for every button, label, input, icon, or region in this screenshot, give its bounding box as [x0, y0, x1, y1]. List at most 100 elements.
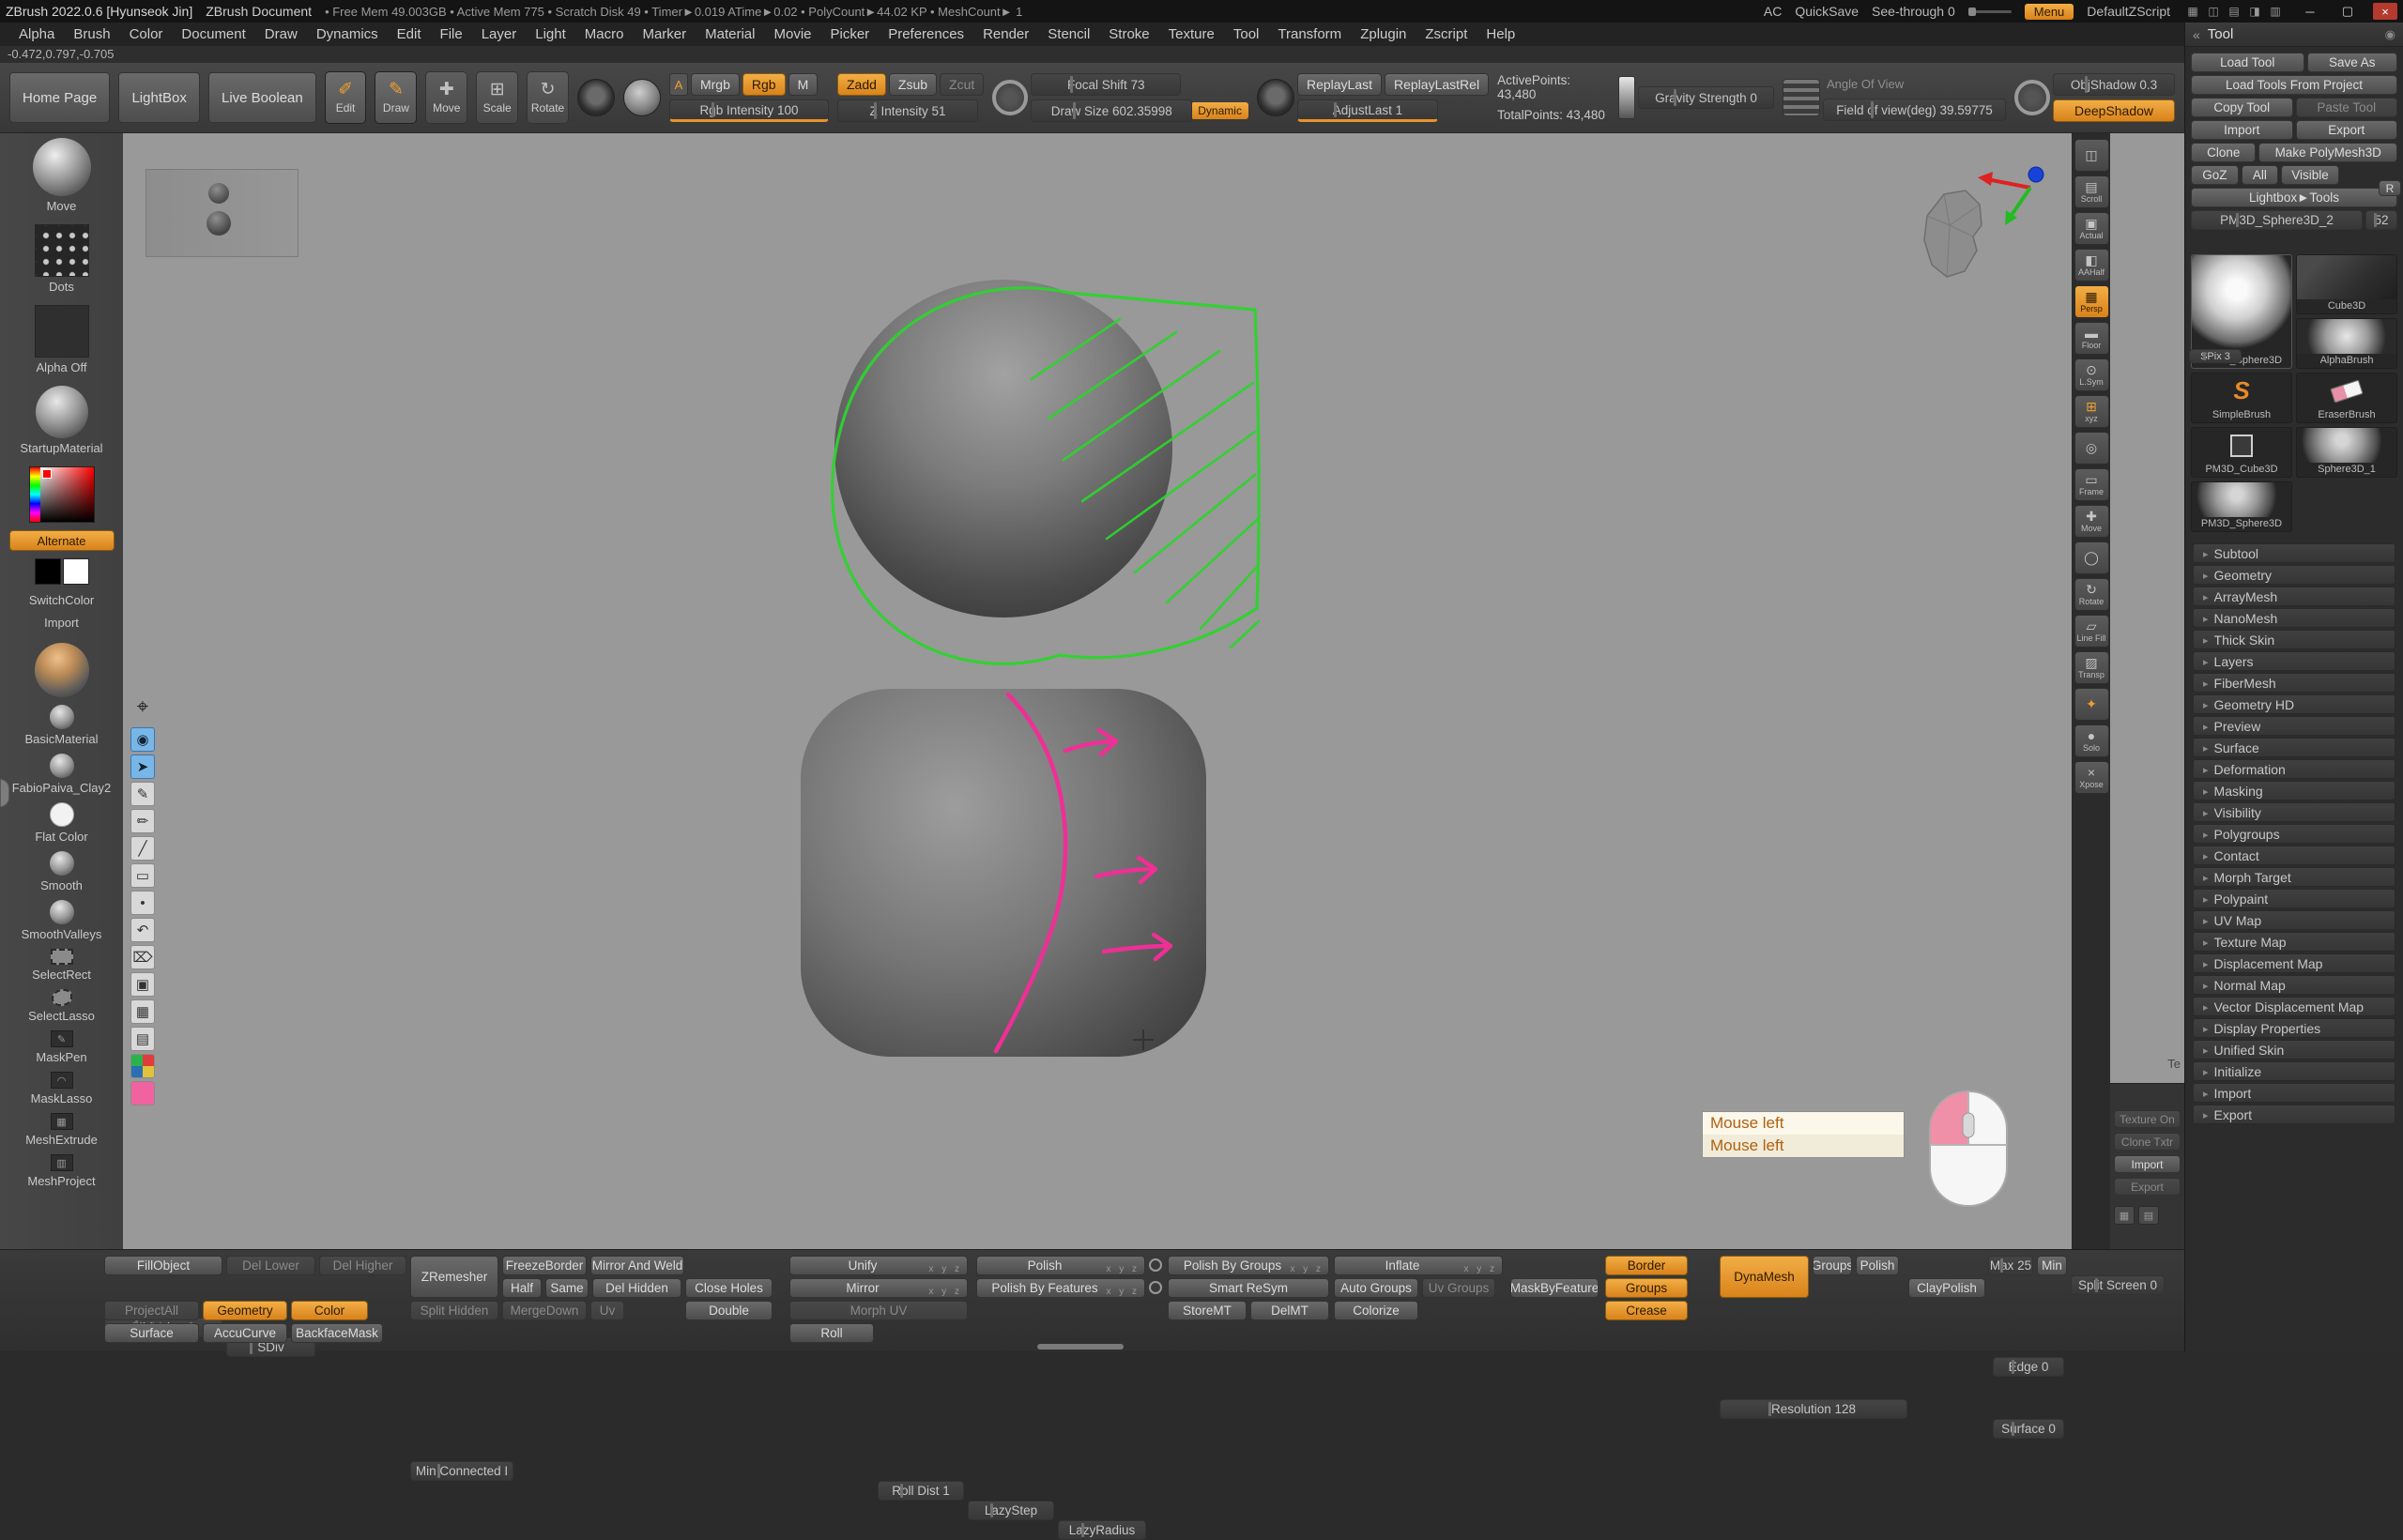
active-tool-value[interactable]: 52 — [2365, 210, 2397, 230]
tool-section-button[interactable]: Subtool — [2193, 543, 2395, 563]
alpha-preview-icon[interactable] — [623, 79, 661, 116]
mask-by-feature-button[interactable]: MaskByFeature — [1510, 1278, 1599, 1298]
dynamic-persp-icon[interactable]: ✦ — [2074, 688, 2109, 721]
geometry-toggle-button[interactable]: Geometry — [203, 1301, 287, 1320]
m-button[interactable]: M — [788, 73, 819, 96]
startup-material-thumbnail[interactable] — [36, 386, 88, 438]
transp-icon[interactable]: ▨ Transp — [2074, 651, 2109, 684]
morph-uv-button[interactable]: Morph UV — [789, 1301, 968, 1320]
save-as-button[interactable]: Save As — [2307, 53, 2397, 72]
actual-icon[interactable]: ▣ Actual — [2074, 212, 2109, 245]
surface-button[interactable]: Surface — [104, 1323, 199, 1343]
polish-by-features-button[interactable]: Polish By Featuresx y z — [976, 1278, 1145, 1298]
tool-section-button[interactable]: Visibility — [2193, 802, 2395, 822]
obj-shadow-icon[interactable] — [2014, 80, 2050, 115]
scale-icon[interactable]: ◯ — [2074, 541, 2109, 574]
dynamic-badge[interactable]: Dynamic — [1191, 102, 1248, 119]
persp-icon[interactable]: ▦ Persp — [2074, 285, 2109, 318]
lightbox-button[interactable]: LightBox — [118, 72, 200, 123]
menu-item[interactable]: Macro — [575, 23, 634, 46]
tool-section-button[interactable]: Geometry — [2193, 565, 2395, 585]
ui-columns-icon[interactable]: ◫ — [2204, 4, 2223, 19]
default-zscript-button[interactable]: DefaultZScript — [2087, 4, 2170, 19]
replay-stroke-icon[interactable] — [1257, 79, 1294, 116]
uv-groups-button[interactable]: Uv Groups — [1422, 1278, 1495, 1298]
tool-section-button[interactable]: Export — [2193, 1105, 2395, 1124]
menu-item[interactable]: Zscript — [1416, 23, 1477, 46]
menu-item[interactable]: Alpha — [9, 23, 64, 46]
adjust-last-slider[interactable]: AdjustLast 1 — [1297, 99, 1438, 122]
backface-mask-button[interactable]: BackfaceMask — [291, 1323, 383, 1343]
dynamesh-groups-button[interactable]: Groups — [1813, 1256, 1852, 1275]
axis-toggles[interactable]: x y z — [1290, 1260, 1324, 1275]
image-icon[interactable]: ▦ — [130, 999, 155, 1024]
import-texture-button[interactable]: Import — [2114, 1155, 2181, 1173]
menu-item[interactable]: Help — [1477, 23, 1524, 46]
live-boolean-button[interactable]: Live Boolean — [208, 72, 316, 123]
load-tools-from-project-button[interactable]: Load Tools From Project — [2191, 75, 2397, 95]
clone-button[interactable]: Clone — [2191, 143, 2256, 162]
tool-section-button[interactable]: Unified Skin — [2193, 1040, 2395, 1060]
focal-shift-slider[interactable]: Focal Shift 73 — [1031, 73, 1181, 96]
tool-section-button[interactable]: ArrayMesh — [2193, 587, 2395, 606]
tool-section-button[interactable]: Morph Target — [2193, 867, 2395, 887]
undo-icon[interactable]: ↶ — [130, 918, 155, 942]
aahalf-icon[interactable]: ◧ AAHalf — [2074, 249, 2109, 282]
dots-stroke-thumbnail[interactable] — [35, 224, 89, 277]
polish-button[interactable]: Polishx y z — [976, 1256, 1145, 1275]
mrgb-a-badge[interactable]: A — [669, 73, 688, 96]
gravity-strength-slider[interactable]: Gravity Strength 0 — [1638, 86, 1774, 109]
menu-item[interactable]: Color — [120, 23, 173, 46]
dot-tool-icon[interactable]: • — [130, 891, 155, 915]
texture-on-button[interactable]: Texture On — [2114, 1110, 2181, 1128]
alpha-off-thumbnail[interactable] — [35, 305, 89, 358]
axis-toggles[interactable]: x y z — [1106, 1260, 1140, 1275]
tool-section-button[interactable]: Deformation — [2193, 759, 2395, 779]
menu-item[interactable]: Preferences — [879, 23, 973, 46]
tool-section-button[interactable]: UV Map — [2193, 910, 2395, 930]
angle-of-view-icon[interactable] — [1783, 79, 1820, 116]
current-material-preview[interactable] — [35, 643, 89, 697]
zremesher-button[interactable]: ZRemesher — [410, 1256, 498, 1298]
rgb-button[interactable]: Rgb — [742, 73, 786, 96]
polish-mode-toggle[interactable] — [1149, 1281, 1162, 1294]
tool-section-button[interactable]: Texture Map — [2193, 932, 2395, 952]
roll-dist-slider[interactable]: Roll Dist 1 — [878, 1481, 964, 1501]
crease-button[interactable]: Crease — [1605, 1301, 1688, 1320]
dynamesh-button[interactable]: DynaMesh — [1720, 1256, 1809, 1298]
home-page-button[interactable]: Home Page — [9, 72, 110, 123]
min-connected-slider[interactable]: Min Connected I — [410, 1461, 513, 1481]
axis-toggles[interactable]: x y z — [1463, 1260, 1497, 1275]
bottom-scrollbar[interactable] — [1037, 1344, 1124, 1349]
mrgb-button[interactable]: Mrgb — [691, 73, 740, 96]
dynamesh-polish-button[interactable]: Polish — [1856, 1256, 1899, 1275]
project-all-button[interactable]: ProjectAll — [104, 1301, 199, 1320]
zadd-button[interactable]: Zadd — [837, 73, 886, 96]
menu-toggle-button[interactable]: Menu — [2025, 4, 2074, 20]
mesh-project-icon[interactable]: ▥ — [51, 1154, 73, 1171]
ui-rows-icon[interactable]: ▤ — [2225, 4, 2243, 19]
scroll-icon[interactable]: ▤ Scroll — [2074, 175, 2109, 208]
spix-slider[interactable]: SPix 3 — [2189, 349, 2242, 363]
ui-grid-icon[interactable]: ▦ — [2183, 4, 2202, 19]
menu-item[interactable]: Light — [526, 23, 575, 46]
claypolish-button[interactable]: ClayPolish — [1908, 1278, 1985, 1298]
import-tool-button[interactable]: Import — [2191, 120, 2293, 140]
tool-thumb-cube3d[interactable]: Cube3D — [2296, 254, 2397, 314]
eye-icon[interactable]: ◉ — [130, 727, 155, 752]
edit-button[interactable]: ✐ Edit — [325, 71, 367, 124]
ui-panel-icon[interactable]: ▥ — [2266, 4, 2285, 19]
tool-section-button[interactable]: Geometry HD — [2193, 694, 2395, 714]
basic-material-thumbnail[interactable] — [50, 705, 74, 729]
del-higher-button[interactable]: Del Higher — [319, 1256, 406, 1275]
tool-section-button[interactable]: Displacement Map — [2193, 953, 2395, 973]
del-lower-button[interactable]: Del Lower — [226, 1256, 315, 1275]
menu-item[interactable]: Stroke — [1099, 23, 1158, 46]
border-button[interactable]: Border — [1605, 1256, 1688, 1275]
secondary-color-swatch[interactable] — [63, 558, 89, 585]
load-tool-button[interactable]: Load Tool — [2191, 53, 2304, 72]
rgb-intensity-slider[interactable]: Rgb Intensity 100 — [669, 99, 829, 122]
smooth-valleys-thumbnail[interactable] — [50, 900, 74, 924]
focal-shift-icon[interactable] — [992, 80, 1028, 115]
freeze-border-button[interactable]: FreezeBorder — [502, 1256, 587, 1275]
